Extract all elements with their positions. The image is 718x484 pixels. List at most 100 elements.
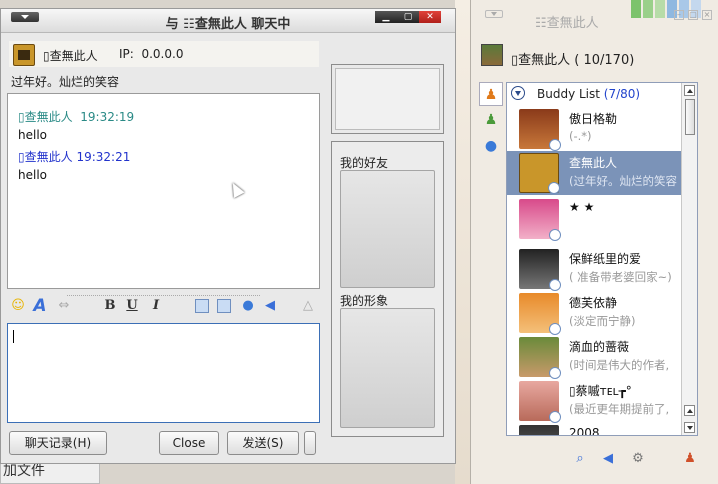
font-icon[interactable]: A: [31, 297, 49, 315]
buddy-avatar: [519, 381, 561, 423]
speaker-icon[interactable]: ◀: [599, 450, 617, 468]
my-show-box[interactable]: [340, 308, 435, 428]
collapse-arrow-icon[interactable]: [511, 86, 525, 100]
away-clock-icon: [549, 279, 561, 291]
buddy-minimize-button[interactable]: –: [674, 10, 684, 20]
buddy-item[interactable]: ▯蔡嘁ᴛᴇʟ┲° (最近更年期提前了,: [507, 379, 681, 423]
buddy-window-menu-button[interactable]: [485, 10, 503, 18]
message-header: ▯查無此人 19:32:19: [18, 108, 134, 125]
away-clock-icon: [549, 367, 561, 379]
away-clock-icon: [549, 323, 561, 335]
buddy-close-button[interactable]: ×: [702, 10, 712, 20]
image-icon[interactable]: [195, 299, 209, 313]
away-clock-icon: [548, 182, 560, 194]
screenshot-icon[interactable]: [217, 299, 231, 313]
buddy-name: 滴血的蔷薇: [569, 340, 630, 354]
buddy-item[interactable]: 滴血的蔷薇 (时间是伟大的作者,: [507, 335, 681, 379]
buddy-item[interactable]: ★ ★: [507, 197, 681, 241]
splitter-handle[interactable]: [67, 295, 260, 296]
self-avatar[interactable]: [481, 44, 503, 66]
buddy-window-title: ☷查無此人: [535, 16, 599, 31]
group-icon: ♟: [484, 112, 498, 128]
ip-value: 0.0.0.0: [141, 47, 184, 61]
buddy-window-controls: – ▢ ×: [674, 10, 712, 20]
message-header: ▯查無此人 19:32:21: [18, 148, 130, 165]
group-header[interactable]: Buddy List (7/80): [507, 83, 697, 105]
ip-label: IP:: [119, 47, 134, 61]
scroll-up-arrow[interactable]: [684, 405, 695, 416]
chat-history-button[interactable]: 聊天记录(H): [9, 431, 107, 455]
contact-name: ▯查無此人: [43, 49, 98, 63]
group-name: Buddy List: [537, 87, 600, 101]
close-button[interactable]: Close: [159, 431, 219, 455]
buddy-avatar: [519, 199, 561, 241]
minimize-button[interactable]: ▁: [375, 11, 397, 23]
person-icon: ♟: [484, 87, 498, 103]
buddy-list: Buddy List (7/80) 傲日格勒 (-.*) 查無此人 (过年好。灿…: [506, 82, 698, 436]
buddy-name: 傲日格勒: [569, 112, 618, 126]
away-clock-icon: [549, 229, 561, 241]
buddy-scrollbar[interactable]: [681, 83, 697, 435]
buddy-avatar: [519, 425, 559, 435]
buddy-maximize-button[interactable]: ▢: [688, 10, 698, 20]
buddy-item[interactable]: 保鲜纸里的爱 ( 准备带老婆回家~): [507, 247, 681, 291]
link-icon[interactable]: ⇔: [55, 297, 73, 315]
chat-bubble-icon: ●: [484, 138, 498, 154]
close-window-button[interactable]: ✕: [419, 11, 441, 23]
message-history[interactable]: ▯查無此人 19:32:19 hello ▯查無此人 19:32:21 hell…: [7, 93, 320, 289]
tab-groups[interactable]: ♟: [479, 108, 503, 132]
message-input[interactable]: [7, 323, 320, 423]
contact-status-message: 过年好。灿烂的笑容: [11, 75, 120, 89]
speaker-icon[interactable]: ◀: [261, 297, 279, 315]
chat-titlebar[interactable]: 与 ☷查無此人 聊天中 ▁ ▢ ✕: [1, 9, 455, 33]
send-button[interactable]: 发送(S): [227, 431, 299, 455]
underline-icon[interactable]: U: [123, 297, 141, 315]
user-icon[interactable]: ♟: [681, 450, 699, 468]
buddy-signature: ( 准备带老婆回家~): [569, 270, 672, 284]
chat-window: 与 ☷查無此人 聊天中 ▁ ▢ ✕ ▯查無此人 IP: 0.0.0.0 过年好。…: [0, 8, 456, 464]
buddy-avatar: [519, 109, 561, 151]
buddy-name: 德芙依静: [569, 296, 618, 310]
buddy-avatar: [519, 249, 561, 291]
buddy-signature: (淡定而宁静): [569, 314, 636, 328]
send-options-button[interactable]: [304, 431, 316, 455]
format-toolbar: ☺ A ⇔ B U I ● ◀ △: [7, 295, 320, 319]
tab-contacts[interactable]: ♟: [479, 82, 503, 106]
buddy-item[interactable]: 德芙依静 (淡定而宁静): [507, 291, 681, 335]
buddy-avatar: [519, 153, 560, 194]
text-caret: [13, 330, 14, 343]
scroll-thumb[interactable]: [685, 99, 695, 135]
contact-info-bar: ▯查無此人 IP: 0.0.0.0: [9, 41, 319, 67]
buddy-name: 保鲜纸里的爱: [569, 252, 642, 266]
message-sender: ▯查無此人: [18, 150, 73, 164]
triangle-icon[interactable]: △: [299, 297, 317, 315]
italic-icon[interactable]: I: [147, 297, 165, 315]
friend-show-box[interactable]: [340, 170, 435, 288]
buddy-list-window: ☷查無此人 – ▢ × ▯查無此人 ( 10/170) ♟ ♟ ● Buddy …: [470, 0, 718, 484]
bold-icon[interactable]: B: [101, 297, 119, 315]
mouse-pointer-icon: [227, 180, 245, 198]
message-time: 19:32:19: [80, 110, 135, 124]
gear-icon[interactable]: ⚙: [629, 450, 647, 468]
maximize-button[interactable]: ▢: [397, 11, 419, 23]
scroll-down-arrow[interactable]: [684, 422, 695, 433]
buddy-titlebar[interactable]: ☷查無此人 – ▢ ×: [471, 0, 718, 31]
message-time: 19:32:21: [76, 150, 131, 164]
tab-chats[interactable]: ●: [479, 134, 503, 158]
contact-image-frame: [335, 68, 440, 130]
contact-avatar[interactable]: [13, 44, 35, 66]
scroll-up-arrow[interactable]: [684, 85, 695, 96]
buddy-item-selected[interactable]: 查無此人 (过年好。灿烂的笑容: [507, 151, 681, 195]
buddy-name: 查無此人: [569, 156, 618, 170]
smiley-icon[interactable]: ☺: [9, 297, 27, 315]
show-panel: 我的好友 我的形象: [331, 141, 444, 437]
buddy-name: ▯蔡嘁ᴛᴇʟ┲°: [569, 384, 632, 398]
away-clock-icon: [549, 411, 561, 423]
buddy-name: 2008: [569, 426, 600, 436]
buddy-item[interactable]: 傲日格勒 (-.*): [507, 107, 681, 151]
search-icon[interactable]: ⌕: [571, 450, 589, 468]
buddy-item[interactable]: 2008: [507, 423, 681, 436]
buddy-avatar: [519, 293, 561, 335]
buddy-name: ★ ★: [569, 200, 595, 214]
bubble-icon[interactable]: ●: [239, 297, 257, 315]
